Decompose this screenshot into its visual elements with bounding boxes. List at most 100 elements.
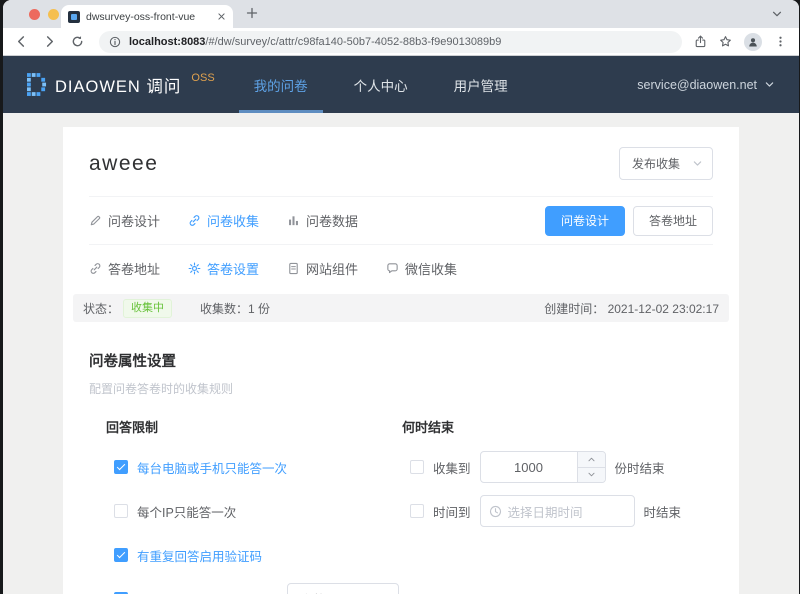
page-background: aweee 发布收集 问卷设计 问卷收集 问卷数据 <box>3 113 799 594</box>
menu-item-my-surveys[interactable]: 我的问卷 <box>231 56 331 113</box>
tab-title: dwsurvey-oss-front-vue <box>86 11 217 23</box>
chevron-down-icon <box>764 79 775 90</box>
tab-answer-settings[interactable]: 答卷设置 <box>188 253 259 284</box>
deadline-checkbox[interactable] <box>410 504 424 518</box>
reload-button[interactable] <box>71 35 84 48</box>
tab-survey-collect[interactable]: 问卷收集 <box>188 205 259 236</box>
password-input[interactable]: 令牌 <box>287 583 399 594</box>
survey-design-button[interactable]: 问卷设计 <box>545 206 625 236</box>
profile-avatar[interactable] <box>744 33 762 51</box>
end-rules-header: 何时结束 <box>402 417 713 435</box>
page-url[interactable]: localhost:8083/#/dw/survey/c/attr/c98fa1… <box>129 36 501 48</box>
quota-value[interactable]: 1000 <box>481 452 577 482</box>
minimize-window-button[interactable] <box>48 9 59 20</box>
answer-limit-header: 回答限制 <box>106 417 402 435</box>
checkbox-label[interactable]: 每个IP只能答一次 <box>137 502 236 521</box>
back-button[interactable] <box>15 35 28 48</box>
tab-answer-url[interactable]: 答卷地址 <box>89 253 160 284</box>
tab-survey-data[interactable]: 问卷数据 <box>287 205 358 236</box>
limit-row-password: 启用访问密码，设置密码 令牌 <box>106 583 402 594</box>
spinner-up-button[interactable] <box>578 452 605 468</box>
browser-tab[interactable]: dwsurvey-oss-front-vue <box>61 5 233 28</box>
link-icon <box>89 262 102 275</box>
secondary-tab-bar: 答卷地址 答卷设置 网站组件 微信收集 <box>89 244 713 292</box>
quota-checkbox[interactable] <box>410 460 424 474</box>
tab-label: 问卷收集 <box>207 211 259 230</box>
end-rule-quota-row: 收集到 1000 份时结束 <box>402 451 713 483</box>
menu-item-user-management[interactable]: 用户管理 <box>431 56 531 113</box>
link-icon <box>188 214 201 227</box>
password-value: 令牌 <box>300 590 326 594</box>
browser-tab-strip: dwsurvey-oss-front-vue <box>3 0 799 28</box>
brand-badge: OSS <box>191 72 214 84</box>
brand-logo[interactable]: DIAOWEN 调问 OSS <box>27 73 215 97</box>
brand-name: DIAOWEN 调问 <box>55 73 181 97</box>
limit-row-ip-once: 每个IP只能答一次 <box>106 495 402 527</box>
site-info-icon[interactable] <box>109 36 121 48</box>
quota-number-input[interactable]: 1000 <box>480 451 606 483</box>
diaowen-logo-icon <box>27 73 47 97</box>
browser-menu-icon[interactable] <box>774 35 787 48</box>
tab-search-chevron-icon[interactable] <box>771 8 783 20</box>
count-label: 收集数： <box>200 300 248 317</box>
pencil-icon <box>89 214 102 227</box>
deadline-datetime-input[interactable]: 选择日期时间 <box>480 495 635 527</box>
survey-title: aweee <box>89 152 158 176</box>
tab-label: 问卷设计 <box>108 211 160 230</box>
section-title: 问卷属性设置 <box>89 350 713 371</box>
ip-once-checkbox[interactable] <box>114 504 128 518</box>
status-bar: 状态： 收集中 收集数： 1 份 创建时间： 2021-12-02 23:02:… <box>73 294 729 322</box>
datetime-placeholder: 选择日期时间 <box>508 502 583 521</box>
tab-close-icon[interactable] <box>217 12 226 21</box>
tab-label: 微信收集 <box>405 259 457 278</box>
bookmark-star-icon[interactable] <box>719 35 732 48</box>
created-value: 2021-12-02 23:02:17 <box>608 302 719 316</box>
created-label: 创建时间： <box>544 302 604 316</box>
browser-toolbar: localhost:8083/#/dw/survey/c/attr/c98fa1… <box>3 28 799 56</box>
tab-label: 答卷地址 <box>108 259 160 278</box>
publish-collect-select[interactable]: 发布收集 <box>619 147 713 180</box>
account-dropdown[interactable]: service@diaowen.net <box>637 78 775 92</box>
spinner-down-button[interactable] <box>578 468 605 483</box>
section-subtitle: 配置问卷答卷时的收集规则 <box>89 380 713 397</box>
publish-select-value: 发布收集 <box>632 155 680 172</box>
tab-wechat-collect[interactable]: 微信收集 <box>386 253 457 284</box>
tab-label: 网站组件 <box>306 259 358 278</box>
site-favicon <box>68 11 80 23</box>
end-rule-deadline-row: 时间到 选择日期时间 时结束 <box>402 495 713 527</box>
tab-label: 问卷数据 <box>306 211 358 230</box>
account-email: service@diaowen.net <box>637 78 757 92</box>
app-header: DIAOWEN 调问 OSS 我的问卷 个人中心 用户管理 service@di… <box>3 56 799 113</box>
checkbox-label[interactable]: 每台电脑或手机只能答一次 <box>137 458 287 477</box>
share-icon[interactable] <box>694 35 707 48</box>
forward-button[interactable] <box>43 35 56 48</box>
menu-item-personal-center[interactable]: 个人中心 <box>331 56 431 113</box>
chat-bubble-icon <box>386 262 399 275</box>
tab-site-widget[interactable]: 网站组件 <box>287 253 358 284</box>
checkbox-label[interactable]: 启用访问密码，设置密码 <box>137 590 275 594</box>
browser-window: dwsurvey-oss-front-vue localhost:8083/#/… <box>3 0 799 594</box>
chevron-down-icon <box>692 158 703 169</box>
new-tab-button[interactable] <box>246 7 258 19</box>
tab-label: 答卷设置 <box>207 259 259 278</box>
quota-prefix: 收集到 <box>433 458 471 477</box>
number-spinner <box>577 452 605 482</box>
checkbox-label[interactable]: 有重复回答启用验证码 <box>137 546 262 565</box>
quota-suffix: 份时结束 <box>615 458 665 477</box>
limit-row-captcha: 有重复回答启用验证码 <box>106 539 402 571</box>
status-badge: 收集中 <box>123 299 172 318</box>
deadline-prefix: 时间到 <box>433 502 471 521</box>
count-value: 1 份 <box>248 300 270 317</box>
close-window-button[interactable] <box>29 9 40 20</box>
captcha-checkbox[interactable] <box>114 548 128 562</box>
tab-survey-design[interactable]: 问卷设计 <box>89 205 160 236</box>
limit-row-device-once: 每台电脑或手机只能答一次 <box>106 451 402 483</box>
status-label: 状态： <box>83 300 119 317</box>
survey-card: aweee 发布收集 问卷设计 问卷收集 问卷数据 <box>63 127 739 594</box>
settings-form: 回答限制 每台电脑或手机只能答一次 每个IP只能答一次 有重复回答启用验证码 <box>106 417 713 594</box>
device-once-checkbox[interactable] <box>114 460 128 474</box>
clock-icon <box>489 505 502 518</box>
answer-url-button[interactable]: 答卷地址 <box>633 206 713 236</box>
deadline-suffix: 时结束 <box>644 502 682 521</box>
address-bar[interactable]: localhost:8083/#/dw/survey/c/attr/c98fa1… <box>99 31 682 53</box>
